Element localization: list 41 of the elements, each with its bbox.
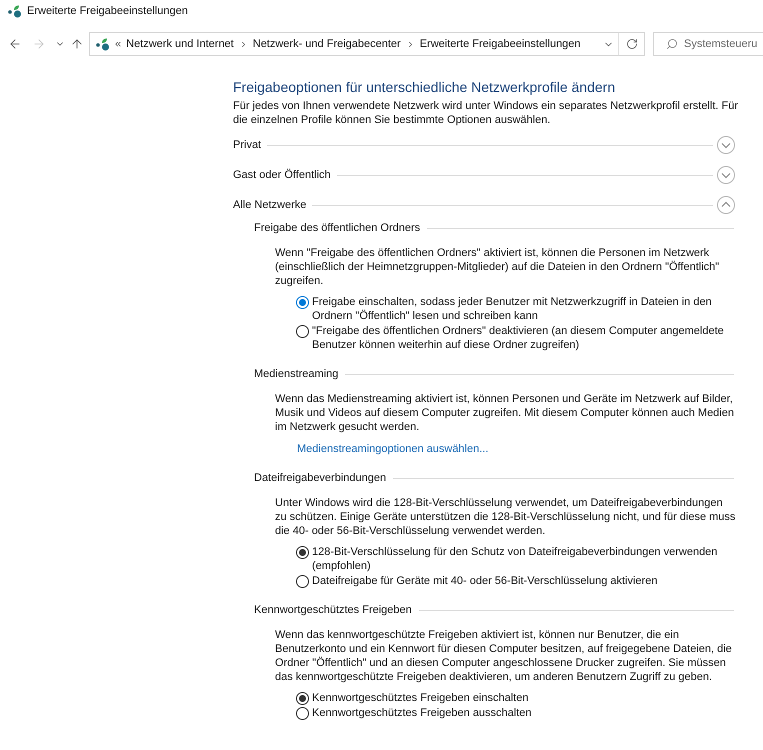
network-icon xyxy=(8,4,22,18)
chevron-up-icon[interactable] xyxy=(717,196,735,214)
radio-option[interactable]: "Freigabe des öffentlichen Ordners" deaktivieren (an diesem Computer angemeldete Benutzer können weiterhin auf diese Ordner zugreifen) xyxy=(296,324,736,352)
profile-title[interactable]: Gast oder Öffentlich xyxy=(233,166,331,184)
overflow-indicator[interactable]: « xyxy=(115,36,122,52)
profile-title[interactable]: Privat xyxy=(233,136,262,154)
breadcrumb[interactable]: Netzwerk und Internet xyxy=(126,36,234,52)
radio-icon[interactable] xyxy=(296,296,309,309)
radio-icon[interactable] xyxy=(296,707,309,720)
section-description: Unter Windows wird die 128-Bit-Verschlüsselung verwendet, um Dateifreigabeverbindungen zu schützen. Einige Geräte unterstützen die 128-Bit-Verschlüsselung nicht, und für diese muss die 40- oder 56-Bit-Verschlüsselung verwendet werden. xyxy=(275,496,736,538)
chevron-down-icon[interactable] xyxy=(717,166,735,184)
profile-title[interactable]: Alle Netzwerke xyxy=(233,196,306,214)
radio-option[interactable]: Dateifreigabe für Geräte mit 40- oder 56-Bit-Verschlüsselung aktivieren xyxy=(296,574,736,588)
page-description: Für jedes von Ihnen verwendete Netzwerk wird unter Windows ein separates Netzwerkprofil erstellt. Für die einzelnen Profile können Sie bestimmte Optionen auswählen. xyxy=(233,99,738,127)
section-description: Wenn das kennwortgeschützte Freigeben aktiviert ist, können nur Benutzer, die ein Benutzerkonto und ein Kennwort für diesen Computer besitzen, auf freigegebene Dateien, die Ordner "Öffentlich" und an diesen Computer angeschlossene Drucker zugreifen. Sie müssen das kennwortgeschützte Freigeben deaktivieren, um anderen Benutzern Zugriff zu geben. xyxy=(275,628,733,684)
section-description: Wenn das Medienstreaming aktiviert ist, können Personen und Geräte im Netzwerk auf Bilder, Musik und Videos auf diesem Computer zugreifen. Mit diesem Computer können auch Medien im Netzwerk gesucht werden. xyxy=(275,392,735,434)
section-heading: Dateifreigabeverbindungen xyxy=(254,470,386,486)
radio-icon[interactable] xyxy=(296,546,309,559)
breadcrumb[interactable]: Erweiterte Freigabeeinstellungen xyxy=(420,36,581,52)
radio-icon[interactable] xyxy=(296,692,309,705)
window-title: Erweiterte Freigabeeinstellungen xyxy=(27,4,188,19)
section-description: Wenn "Freigabe des öffentlichen Ordners" aktiviert ist, können die Personen im Netzwerk (einschließlich der Heimnetzgruppen-Mitglieder) auf die Dateien in den Ordnern "Öffentlich" zugreifen. xyxy=(275,246,720,288)
search-icon xyxy=(666,38,678,50)
radio-option[interactable]: 128-Bit-Verschlüsselung für den Schutz von Dateifreigabeverbindungen verwenden (empfohlen) xyxy=(296,545,736,573)
section-heading: Kennwortgeschütztes Freigeben xyxy=(254,602,412,618)
network-icon xyxy=(96,38,110,50)
refresh-icon xyxy=(626,38,638,50)
breadcrumb[interactable]: Netzwerk- und Freigabecenter xyxy=(252,36,401,52)
chevron-down-icon[interactable] xyxy=(717,136,735,154)
page-heading: Freigabeoptionen für unterschiedliche Netzwerkprofile ändern xyxy=(233,78,616,96)
search-field[interactable]: Systemsteueru xyxy=(653,32,763,56)
radio-icon[interactable] xyxy=(296,325,309,338)
radio-option[interactable]: Kennwortgeschütztes Freigeben einschalten xyxy=(296,691,736,705)
section-heading: Freigabe des öffentlichen Ordners xyxy=(254,220,420,236)
options-link[interactable]: Medienstreamingoptionen auswählen... xyxy=(297,443,488,455)
radio-option[interactable]: Freigabe einschalten, sodass jeder Benutzer mit Netzwerkzugriff in Dateien in den Ordnern "Öffentlich" lesen und schreiben kann xyxy=(296,295,736,323)
radio-icon[interactable] xyxy=(296,575,309,588)
radio-option[interactable]: Kennwortgeschütztes Freigeben ausschalten xyxy=(296,706,736,720)
address-bar[interactable]: « Netzwerk und Internet Netzwerk- und Freigabecenter Erweiterte Freigabeeinstellungen xyxy=(89,32,645,56)
search-placeholder: Systemsteueru xyxy=(684,36,758,52)
section-heading: Medienstreaming xyxy=(254,366,338,382)
